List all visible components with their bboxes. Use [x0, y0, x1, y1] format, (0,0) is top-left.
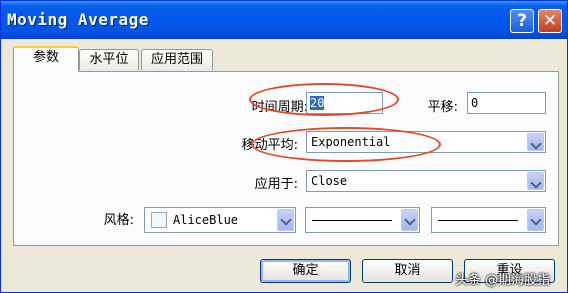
apply-to-value: Close: [311, 174, 348, 188]
watermark: 头条 @期海股指: [455, 273, 551, 288]
line-style-select[interactable]: [305, 207, 420, 233]
tab-params[interactable]: 参数: [13, 46, 79, 72]
color-swatch: [151, 212, 167, 228]
chevron-down-icon[interactable]: [401, 209, 418, 231]
tab-levels[interactable]: 水平位: [79, 49, 139, 70]
chevron-down-icon[interactable]: [527, 172, 544, 190]
help-icon[interactable]: ?: [510, 9, 534, 33]
color-select[interactable]: AliceBlue: [144, 207, 296, 233]
close-icon[interactable]: ✕: [538, 9, 562, 33]
line-width-sample: [438, 220, 518, 221]
style-label: 风格:: [103, 213, 134, 228]
color-value: AliceBlue: [173, 213, 239, 227]
tab-visualization[interactable]: 应用范围: [141, 49, 213, 70]
ok-button[interactable]: 确定: [260, 259, 351, 283]
chevron-down-icon[interactable]: [277, 209, 294, 231]
apply-to-label: 应用于:: [254, 177, 298, 192]
shift-input[interactable]: 0: [467, 92, 546, 114]
window-title: Moving Average: [7, 10, 149, 29]
line-style-sample: [312, 220, 392, 221]
chevron-down-icon[interactable]: [527, 133, 544, 151]
title-bar[interactable]: Moving Average ? ✕: [1, 1, 567, 39]
cancel-button[interactable]: 取消: [362, 259, 453, 283]
chevron-down-icon[interactable]: [527, 209, 544, 231]
annotation-oval-period: [249, 83, 399, 116]
shift-label: 平移:: [427, 100, 458, 115]
line-width-select[interactable]: [431, 207, 546, 233]
apply-to-select[interactable]: Close: [306, 170, 546, 192]
annotation-oval-ma-method: [251, 127, 441, 162]
moving-average-dialog: Moving Average ? ✕ 参数 水平位 应用范围 时间周期: 20 …: [0, 0, 568, 293]
